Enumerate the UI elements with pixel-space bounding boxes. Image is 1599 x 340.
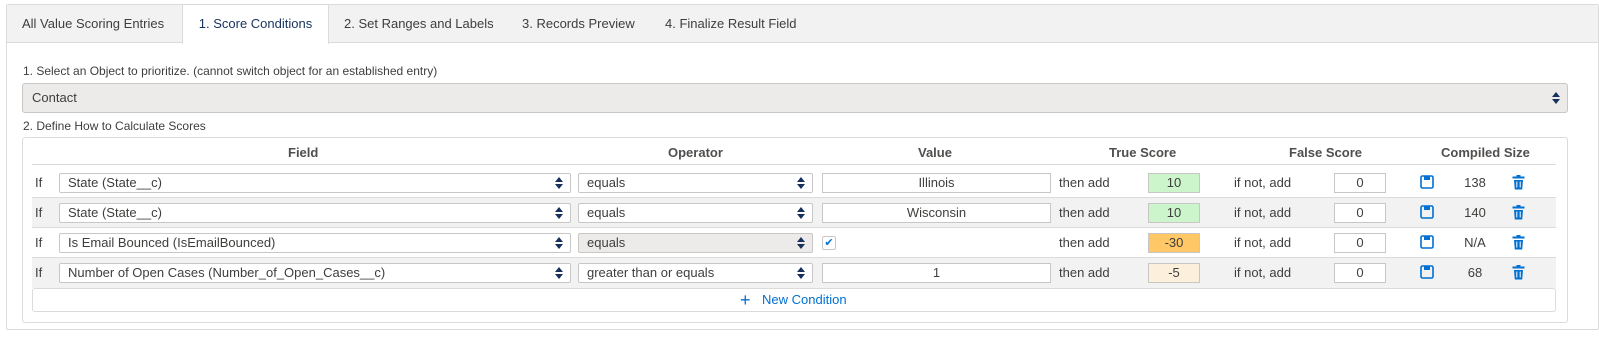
operator-select[interactable]: equals [578, 233, 813, 253]
header-divider [32, 164, 1556, 165]
select-arrows-icon [555, 237, 563, 249]
new-condition-button[interactable]: + New Condition [32, 288, 1556, 312]
compiled-size-value: 140 [1464, 205, 1486, 220]
tab-set-ranges[interactable]: 2. Set Ranges and Labels [344, 5, 494, 43]
true-score-input[interactable]: 10 [1148, 173, 1200, 193]
trash-icon[interactable] [1512, 235, 1525, 250]
field-select-value: State (State__c) [68, 205, 162, 220]
true-score-column-header: True Score [1109, 145, 1177, 160]
select-arrows-icon [555, 177, 563, 189]
object-select-value: Contact [32, 90, 77, 105]
if-label: If [35, 205, 43, 220]
calc-step-label: 2. Define How to Calculate Scores [23, 119, 206, 133]
then-add-label: then add [1059, 175, 1110, 190]
select-arrows-icon [797, 207, 805, 219]
field-select-value: Number of Open Cases (Number_of_Open_Cas… [68, 265, 386, 280]
then-add-label: then add [1059, 265, 1110, 280]
operator-select-value: equals [587, 235, 626, 250]
operator-select-value: equals [587, 205, 626, 220]
then-add-label: then add [1059, 235, 1110, 250]
if-not-add-label: if not, add [1234, 175, 1292, 190]
trash-icon[interactable] [1512, 175, 1525, 190]
true-score-input[interactable]: 10 [1148, 203, 1200, 223]
if-label: If [35, 265, 43, 280]
operator-select-value: equals [587, 175, 626, 190]
select-arrows-icon [797, 237, 805, 249]
operator-select[interactable]: equals [578, 203, 813, 223]
value-checkbox[interactable]: ✔ [822, 236, 836, 250]
operator-column-header: Operator [668, 145, 723, 160]
if-not-add-label: if not, add [1234, 235, 1292, 250]
operator-select[interactable]: equals [578, 173, 813, 193]
save-icon[interactable] [1420, 205, 1434, 219]
compiled-size-value: 138 [1464, 175, 1486, 190]
value-input[interactable]: Illinois [822, 173, 1051, 193]
field-select[interactable]: Number of Open Cases (Number_of_Open_Cas… [59, 263, 571, 283]
false-score-input[interactable]: 0 [1334, 203, 1386, 223]
object-step-label: 1. Select an Object to prioritize. (cann… [23, 64, 438, 78]
false-score-input[interactable]: 0 [1334, 263, 1386, 283]
true-score-input[interactable]: -30 [1148, 233, 1200, 253]
plus-icon: + [740, 290, 751, 310]
tab-finalize-result[interactable]: 4. Finalize Result Field [665, 5, 797, 43]
select-arrows-icon [797, 267, 805, 279]
false-score-input[interactable]: 0 [1334, 173, 1386, 193]
trash-icon[interactable] [1512, 265, 1525, 280]
field-select[interactable]: State (State__c) [59, 203, 571, 223]
operator-select[interactable]: greater than or equals [578, 263, 813, 283]
tab-all-entries[interactable]: All Value Scoring Entries [22, 5, 164, 43]
if-not-add-label: if not, add [1234, 265, 1292, 280]
select-arrows-icon [797, 177, 805, 189]
value-column-header: Value [918, 145, 952, 160]
object-select[interactable]: Contact [22, 83, 1568, 113]
field-select-value: Is Email Bounced (IsEmailBounced) [68, 235, 276, 250]
value-input[interactable]: 1 [822, 263, 1051, 283]
field-column-header: Field [288, 145, 319, 160]
compiled-size-value: N/A [1464, 235, 1486, 250]
compiled-size-column-header: Compiled Size [1441, 145, 1530, 160]
field-select[interactable]: Is Email Bounced (IsEmailBounced) [59, 233, 571, 253]
select-arrows-icon [1552, 92, 1560, 104]
compiled-size-value: 68 [1467, 265, 1483, 280]
save-icon[interactable] [1420, 175, 1434, 189]
then-add-label: then add [1059, 205, 1110, 220]
false-score-column-header: False Score [1289, 145, 1362, 160]
new-condition-label: New Condition [762, 292, 847, 307]
if-not-add-label: if not, add [1234, 205, 1292, 220]
field-select-value: State (State__c) [68, 175, 162, 190]
field-select[interactable]: State (State__c) [59, 173, 571, 193]
false-score-input[interactable]: 0 [1334, 233, 1386, 253]
trash-icon[interactable] [1512, 205, 1525, 220]
tab-bar: All Value Scoring Entries 1. Score Condi… [7, 5, 1598, 44]
select-arrows-icon [555, 267, 563, 279]
operator-select-value: greater than or equals [587, 265, 715, 280]
save-icon[interactable] [1420, 265, 1434, 279]
select-arrows-icon [555, 207, 563, 219]
tab-score-conditions[interactable]: 1. Score Conditions [182, 5, 329, 44]
save-icon[interactable] [1420, 235, 1434, 249]
tab-records-preview[interactable]: 3. Records Preview [522, 5, 635, 43]
true-score-input[interactable]: -5 [1148, 263, 1200, 283]
if-label: If [35, 235, 43, 250]
if-label: If [35, 175, 43, 190]
value-input[interactable]: Wisconsin [822, 203, 1051, 223]
